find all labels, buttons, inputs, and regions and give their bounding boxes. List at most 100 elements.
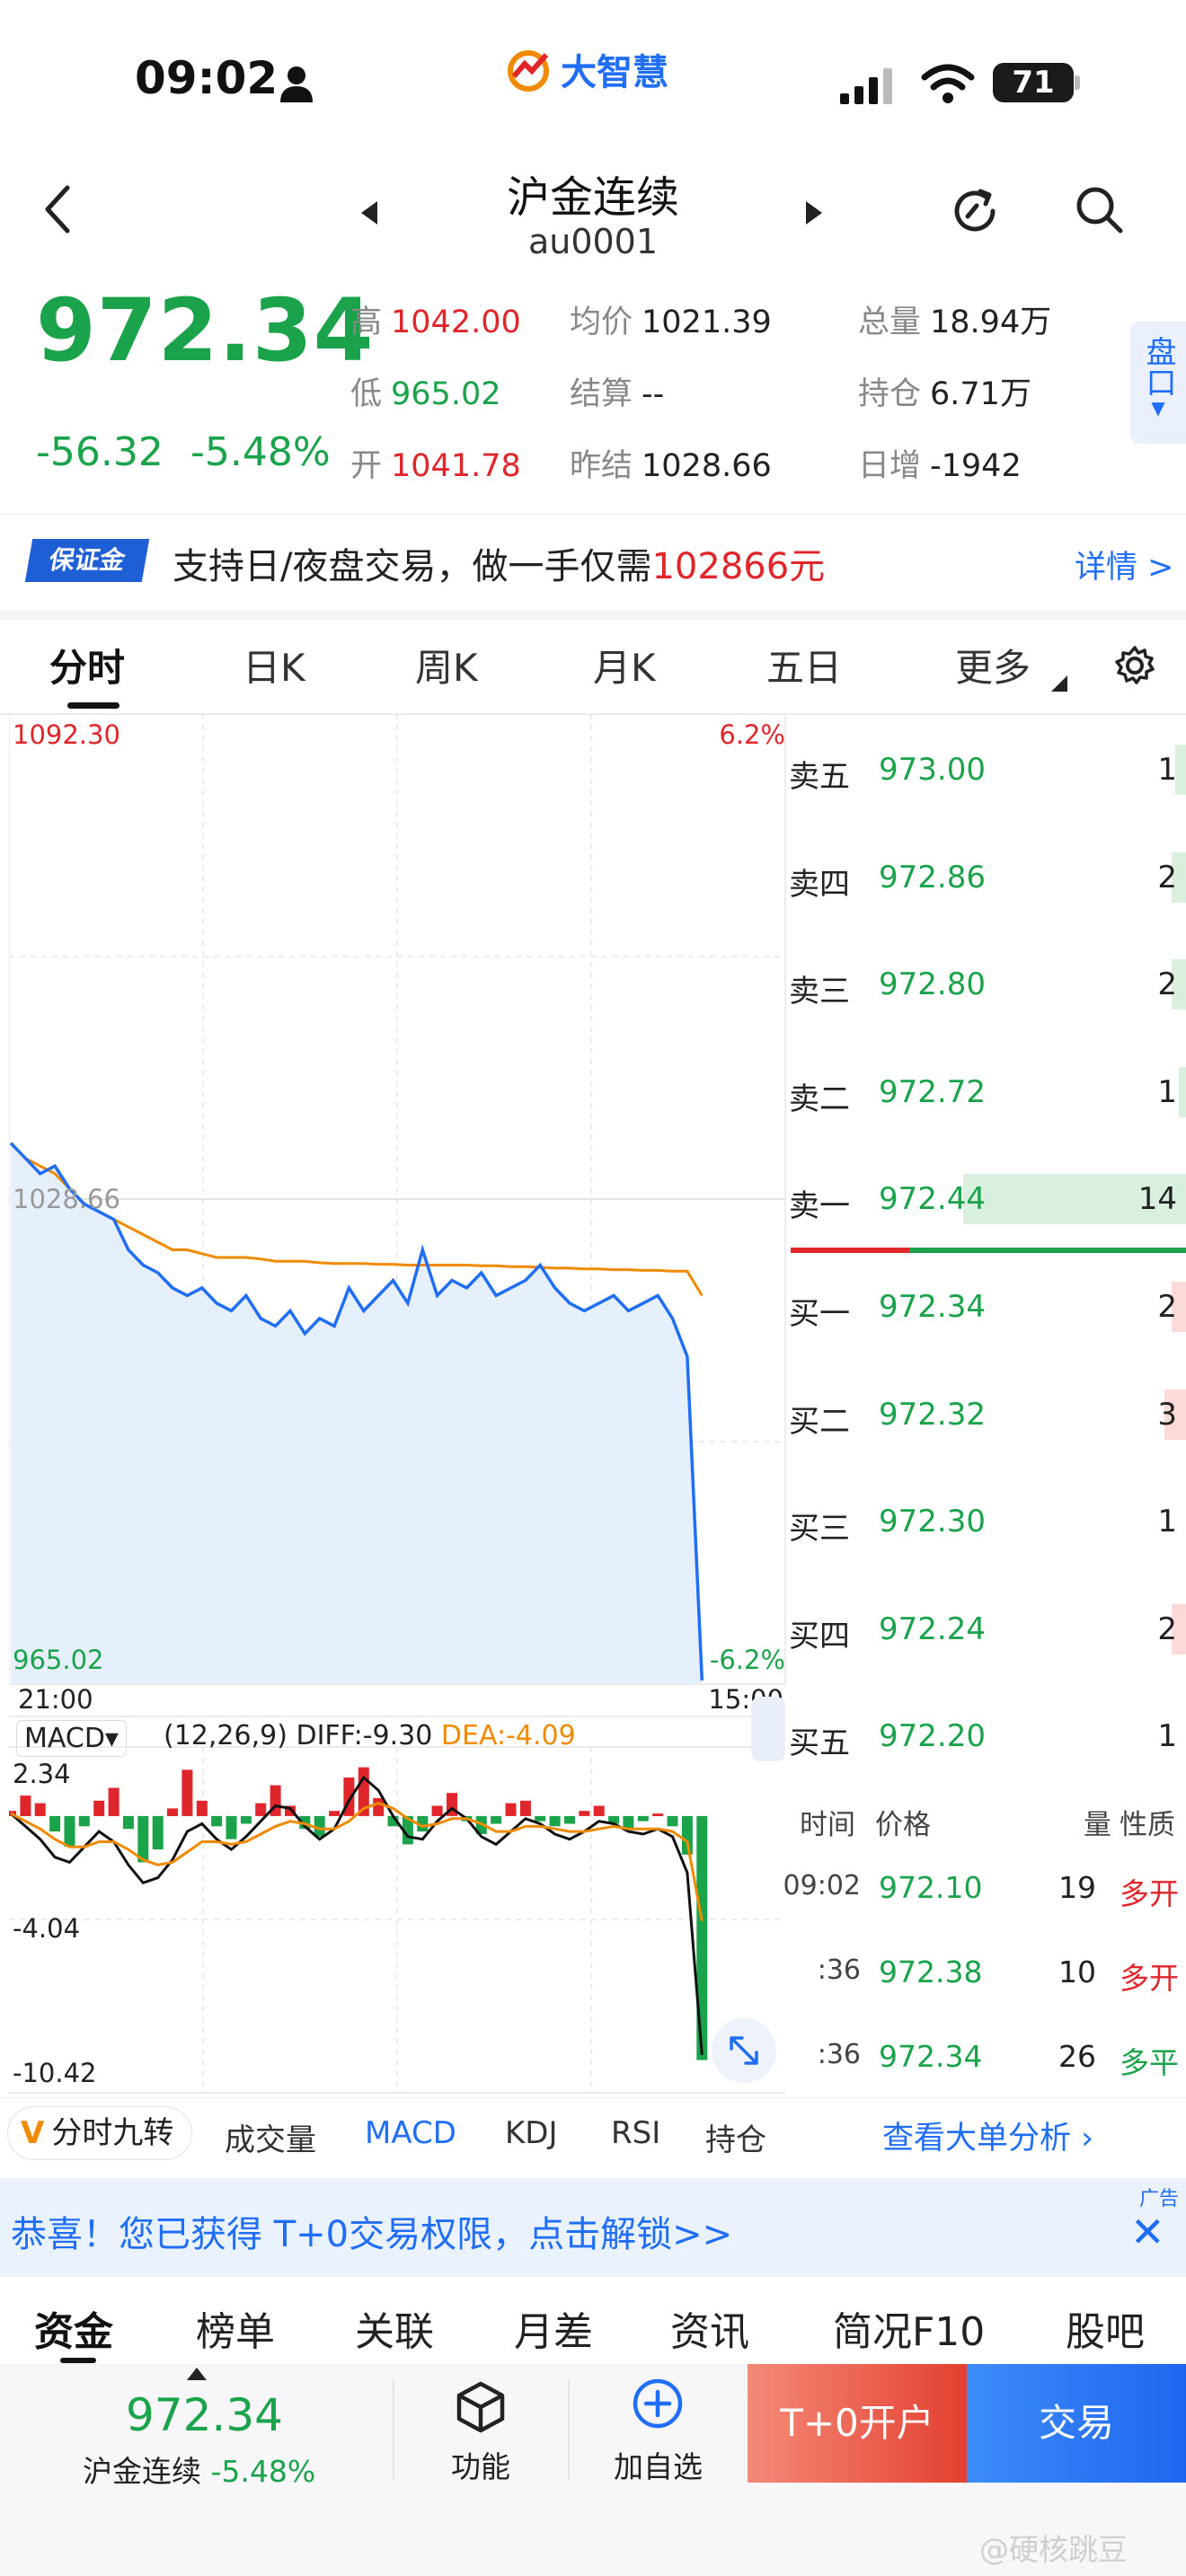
watermark: @硬核跳豆 <box>979 2532 1128 2567</box>
add-watchlist-label[interactable]: 加自选 <box>614 2443 703 2486</box>
add-watchlist-icon[interactable] <box>632 2378 684 2430</box>
bid-level-1[interactable]: 买一 972.34 2 <box>789 1278 1186 1332</box>
bottom-tab-forum[interactable]: 股吧 <box>1066 2299 1145 2357</box>
bottom-tab-f10[interactable]: 简况F10 <box>833 2299 985 2357</box>
macd-histogram-bar <box>78 1815 90 1827</box>
ticks-header-time: 时间 <box>800 1809 855 1841</box>
macd-histogram-bar <box>137 1815 149 1863</box>
ad-text[interactable]: 恭喜！您已获得 T+0交易权限，点击解锁>> <box>11 2205 732 2257</box>
macd-histogram-bar <box>579 1811 590 1816</box>
intraday-chart[interactable]: 1092.30 1028.66 965.02 6.2% -6.2% 21:00 … <box>9 714 789 2097</box>
macd-histogram-bar <box>49 1815 61 1832</box>
brand-logo: 大智慧 <box>503 38 668 101</box>
bottom-tab-news[interactable]: 资讯 <box>670 2299 749 2357</box>
bid-level-4[interactable]: 买四 972.24 2 <box>789 1601 1186 1654</box>
bottom-tab-related[interactable]: 关联 <box>355 2299 434 2357</box>
indicator-tab-volume[interactable]: 成交量 <box>225 2115 316 2159</box>
open-account-button[interactable]: T+0开户 <box>748 2364 967 2483</box>
gear-icon[interactable] <box>1114 645 1155 686</box>
indicator-tab-rsi[interactable]: RSI <box>611 2115 660 2151</box>
level-label: 卖四 <box>789 866 850 903</box>
instrument-title: 沪金连续 <box>506 172 679 223</box>
detail-link[interactable]: 详情 > <box>1075 542 1173 587</box>
level-volume: 1 <box>1157 1718 1177 1754</box>
refresh-icon[interactable] <box>948 184 1002 238</box>
macd-histogram-bar <box>226 1815 237 1839</box>
stat-high: 高 1042.00 <box>350 304 521 340</box>
bid-level-3[interactable]: 买三 972.30 1 <box>789 1493 1186 1547</box>
macd-selector[interactable]: MACD▾ <box>16 1720 127 1757</box>
tab-weekly-k[interactable]: 周K <box>415 638 478 693</box>
bid-level-5[interactable]: 买五 972.20 1 <box>789 1707 1186 1761</box>
tab-intraday[interactable]: 分时 <box>49 638 125 693</box>
indicator-tab-macd[interactable]: MACD <box>365 2115 456 2151</box>
macd-histogram-bar <box>564 1815 575 1824</box>
macd-histogram-bar <box>652 1813 664 1816</box>
indicator-tab-kdj[interactable]: KDJ <box>505 2115 558 2151</box>
bottom-tab-funds[interactable]: 资金 <box>34 2299 113 2357</box>
bid-level-2[interactable]: 买二 972.32 3 <box>789 1386 1186 1440</box>
indicator-tab-open-interest[interactable]: 持仓 <box>705 2115 784 2159</box>
macd-histogram-bar <box>240 1815 252 1824</box>
ask-level-4[interactable]: 卖四 972.86 2 <box>789 849 1186 903</box>
macd-histogram-bar <box>373 1797 385 1816</box>
level-price: 972.30 <box>879 1504 986 1539</box>
level-volume: 2 <box>1157 859 1177 895</box>
level-volume: 3 <box>1157 1396 1177 1433</box>
macd-histogram-bar <box>491 1815 502 1824</box>
battery-icon: 71 <box>993 63 1074 102</box>
macd-diff-line <box>10 1775 704 2056</box>
close-icon[interactable]: ✕ <box>1130 2208 1165 2256</box>
ask-level-2[interactable]: 卖二 972.72 1 <box>789 1063 1186 1117</box>
pankou-toggle-button[interactable]: 盘口 ▼ <box>1130 322 1186 444</box>
ask-level-5[interactable]: 卖五 973.00 1 <box>789 741 1186 795</box>
ask-level-1[interactable]: 卖一 972.44 14 <box>789 1170 1186 1224</box>
stat-avg: 均价 1021.39 <box>570 304 772 340</box>
level-price: 972.80 <box>879 966 986 1002</box>
macd-histogram-bar <box>122 1815 134 1830</box>
ask-level-3[interactable]: 卖三 972.80 2 <box>789 956 1186 1010</box>
level-label: 买二 <box>789 1403 850 1440</box>
level-volume: 1 <box>1157 1504 1177 1539</box>
function-icon[interactable] <box>454 2380 508 2434</box>
macd-histogram-bar <box>505 1803 517 1816</box>
macd-histogram-bar <box>549 1815 561 1827</box>
macd-histogram-bar <box>181 1769 193 1816</box>
tab-five-day[interactable]: 五日 <box>766 638 842 693</box>
level-label: 卖五 <box>789 759 850 795</box>
level-price: 972.44 <box>879 1181 986 1217</box>
divider <box>568 2380 570 2479</box>
trade-button[interactable]: 交易 <box>967 2364 1186 2483</box>
tab-more[interactable]: 更多 <box>955 638 1031 693</box>
more-corner-icon <box>1051 675 1067 692</box>
macd-histogram-bar <box>667 1815 678 1827</box>
level-price: 972.34 <box>879 1289 986 1325</box>
macd-histogram-bar <box>167 1808 178 1816</box>
bottom-tab-spread[interactable]: 月差 <box>514 2299 593 2357</box>
tab-monthly-k[interactable]: 月K <box>593 638 656 693</box>
bottom-tab-rankings[interactable]: 榜单 <box>196 2299 275 2357</box>
tick-row: 09:02 972.10 19 多开 <box>783 1870 1186 1915</box>
wifi-icon <box>921 64 975 103</box>
buy-sell-ratio-bar <box>791 1248 1186 1253</box>
tick-price: 972.10 <box>879 1870 983 1905</box>
prev-contract-arrow[interactable] <box>359 199 381 226</box>
indicator-tab-nine-turn[interactable]: V 分时九转 <box>7 2106 193 2160</box>
status-time: 09:02 <box>135 52 279 104</box>
search-icon[interactable] <box>1074 184 1124 234</box>
back-icon[interactable] <box>40 184 76 234</box>
level-label: 卖一 <box>789 1188 850 1224</box>
macd-params: (12,26,9) DIFF:-9.30 DEA:-4.09 <box>164 1720 576 1751</box>
ticks-header-type: 性质 <box>1120 1809 1175 1841</box>
tick-row: :36 972.34 26 多平 <box>798 2039 1186 2084</box>
collapse-tab[interactable] <box>751 1697 785 1761</box>
price-change: -56.32 <box>36 429 164 475</box>
macd-y-bottom: -10.42 <box>13 2058 97 2088</box>
big-order-analysis-link[interactable]: 查看大单分析 › <box>882 2113 1093 2158</box>
macd-histogram-bar <box>519 1800 531 1816</box>
next-contract-arrow[interactable] <box>802 199 824 226</box>
function-label[interactable]: 功能 <box>451 2443 510 2486</box>
caret-up-icon[interactable] <box>187 2368 207 2380</box>
tab-daily-k[interactable]: 日K <box>243 638 305 693</box>
tick-type: 多开 <box>1120 1961 1179 1996</box>
